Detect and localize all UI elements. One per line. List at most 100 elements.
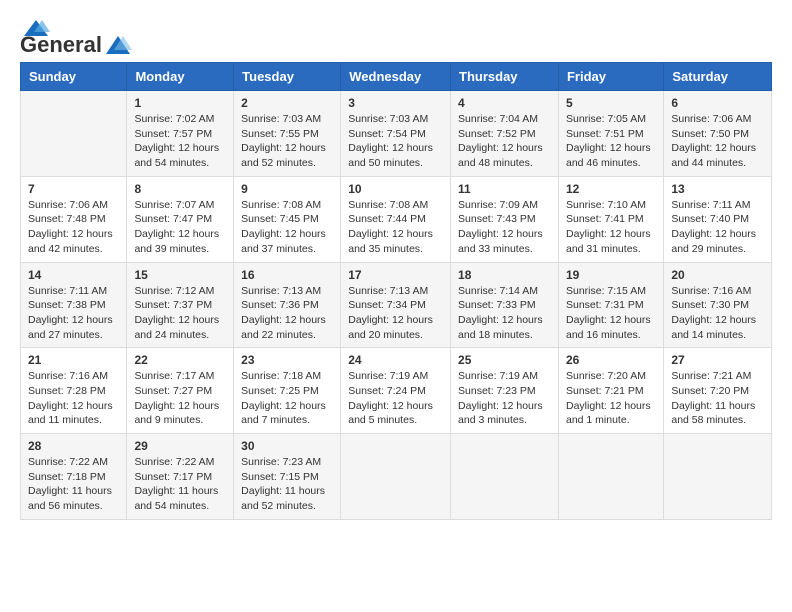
calendar-day-cell: 12Sunrise: 7:10 AM Sunset: 7:41 PM Dayli… [558, 176, 663, 262]
day-number: 1 [134, 96, 226, 110]
empty-cell [341, 434, 451, 520]
day-info: Sunrise: 7:07 AM Sunset: 7:47 PM Dayligh… [134, 198, 226, 257]
day-info: Sunrise: 7:03 AM Sunset: 7:54 PM Dayligh… [348, 112, 443, 171]
day-info: Sunrise: 7:02 AM Sunset: 7:57 PM Dayligh… [134, 112, 226, 171]
day-info: Sunrise: 7:19 AM Sunset: 7:23 PM Dayligh… [458, 369, 551, 428]
day-info: Sunrise: 7:05 AM Sunset: 7:51 PM Dayligh… [566, 112, 656, 171]
calendar-day-cell: 4 Sunrise: 7:04 AM Sunset: 7:52 PM Daylig… [451, 91, 559, 177]
day-number: 27 [671, 353, 764, 367]
day-number: 2 [241, 96, 333, 110]
calendar: SundayMondayTuesdayWednesdayThursdayFrid… [20, 62, 772, 520]
calendar-day-cell: 30Sunrise: 7:23 AM Sunset: 7:15 PM Dayli… [234, 434, 341, 520]
calendar-day-cell: 17Sunrise: 7:13 AM Sunset: 7:34 PM Dayli… [341, 262, 451, 348]
col-header-saturday: Saturday [664, 63, 772, 91]
empty-cell [451, 434, 559, 520]
calendar-week-row: 28 Sunrise: 7:22 AM Sunset: 7:18 PM Dayli… [21, 434, 772, 520]
day-number: 21 [28, 353, 119, 367]
calendar-day-cell: 6 Sunrise: 7:06 AM Sunset: 7:50 PM Daylig… [664, 91, 772, 177]
logo-area: General [20, 16, 134, 52]
calendar-day-cell: 9 Sunrise: 7:08 AM Sunset: 7:45 PM Daylig… [234, 176, 341, 262]
day-number: 3 [348, 96, 443, 110]
header-row: General [20, 16, 772, 52]
calendar-day-cell: 1 Sunrise: 7:02 AM Sunset: 7:57 PM Daylig… [127, 91, 234, 177]
calendar-day-cell: 27 Sunrise: 7:21 AM Sunset: 7:20 PM Dayli… [664, 348, 772, 434]
day-info: Sunrise: 7:22 AM Sunset: 7:18 PM Dayligh… [28, 455, 119, 514]
day-number: 22 [134, 353, 226, 367]
day-number: 25 [458, 353, 551, 367]
calendar-day-cell: 16 Sunrise: 7:13 AM Sunset: 7:36 PM Dayli… [234, 262, 341, 348]
day-info: Sunrise: 7:14 AM Sunset: 7:33 PM Dayligh… [458, 284, 551, 343]
day-number: 28 [28, 439, 119, 453]
calendar-day-cell: 7 Sunrise: 7:06 AM Sunset: 7:48 PM Daylig… [21, 176, 127, 262]
calendar-day-cell: 23 Sunrise: 7:18 AM Sunset: 7:25 PM Dayli… [234, 348, 341, 434]
day-info: Sunrise: 7:11 AM Sunset: 7:38 PM Dayligh… [28, 284, 119, 343]
day-info: Sunrise: 7:09 AM Sunset: 7:43 PM Dayligh… [458, 198, 551, 257]
calendar-day-cell: 8Sunrise: 7:07 AM Sunset: 7:47 PM Daylig… [127, 176, 234, 262]
day-number: 15 [134, 268, 226, 282]
calendar-day-cell: 18 Sunrise: 7:14 AM Sunset: 7:33 PM Dayli… [451, 262, 559, 348]
col-header-wednesday: Wednesday [341, 63, 451, 91]
calendar-day-cell: 14 Sunrise: 7:11 AM Sunset: 7:38 PM Dayli… [21, 262, 127, 348]
day-number: 24 [348, 353, 443, 367]
day-info: Sunrise: 7:03 AM Sunset: 7:55 PM Dayligh… [241, 112, 333, 171]
day-number: 5 [566, 96, 656, 110]
col-header-friday: Friday [558, 63, 663, 91]
day-info: Sunrise: 7:16 AM Sunset: 7:28 PM Dayligh… [28, 369, 119, 428]
calendar-day-cell: 20 Sunrise: 7:16 AM Sunset: 7:30 PM Dayli… [664, 262, 772, 348]
day-info: Sunrise: 7:12 AM Sunset: 7:37 PM Dayligh… [134, 284, 226, 343]
calendar-day-cell: 26 Sunrise: 7:20 AM Sunset: 7:21 PM Dayli… [558, 348, 663, 434]
day-number: 29 [134, 439, 226, 453]
day-number: 16 [241, 268, 333, 282]
day-info: Sunrise: 7:18 AM Sunset: 7:25 PM Dayligh… [241, 369, 333, 428]
calendar-day-cell: 29Sunrise: 7:22 AM Sunset: 7:17 PM Dayli… [127, 434, 234, 520]
day-number: 9 [241, 182, 333, 196]
calendar-day-cell: 10Sunrise: 7:08 AM Sunset: 7:44 PM Dayli… [341, 176, 451, 262]
day-number: 14 [28, 268, 119, 282]
day-number: 17 [348, 268, 443, 282]
day-info: Sunrise: 7:20 AM Sunset: 7:21 PM Dayligh… [566, 369, 656, 428]
day-number: 20 [671, 268, 764, 282]
day-number: 6 [671, 96, 764, 110]
day-number: 4 [458, 96, 551, 110]
calendar-week-row: 1 Sunrise: 7:02 AM Sunset: 7:57 PM Daylig… [21, 91, 772, 177]
day-info: Sunrise: 7:13 AM Sunset: 7:36 PM Dayligh… [241, 284, 333, 343]
empty-cell [664, 434, 772, 520]
calendar-week-row: 21 Sunrise: 7:16 AM Sunset: 7:28 PM Dayli… [21, 348, 772, 434]
calendar-day-cell: 13Sunrise: 7:11 AM Sunset: 7:40 PM Dayli… [664, 176, 772, 262]
day-number: 26 [566, 353, 656, 367]
day-info: Sunrise: 7:15 AM Sunset: 7:31 PM Dayligh… [566, 284, 656, 343]
day-number: 18 [458, 268, 551, 282]
calendar-day-cell: 28 Sunrise: 7:22 AM Sunset: 7:18 PM Dayli… [21, 434, 127, 520]
calendar-day-cell: 2 Sunrise: 7:03 AM Sunset: 7:55 PM Daylig… [234, 91, 341, 177]
logo-general2: General [20, 32, 102, 58]
calendar-day-cell: 22Sunrise: 7:17 AM Sunset: 7:27 PM Dayli… [127, 348, 234, 434]
col-header-monday: Monday [127, 63, 234, 91]
calendar-day-cell: 25 Sunrise: 7:19 AM Sunset: 7:23 PM Dayli… [451, 348, 559, 434]
calendar-week-row: 7 Sunrise: 7:06 AM Sunset: 7:48 PM Daylig… [21, 176, 772, 262]
col-header-thursday: Thursday [451, 63, 559, 91]
day-info: Sunrise: 7:19 AM Sunset: 7:24 PM Dayligh… [348, 369, 443, 428]
day-info: Sunrise: 7:06 AM Sunset: 7:50 PM Dayligh… [671, 112, 764, 171]
col-header-sunday: Sunday [21, 63, 127, 91]
calendar-day-cell: 19 Sunrise: 7:15 AM Sunset: 7:31 PM Dayli… [558, 262, 663, 348]
day-info: Sunrise: 7:16 AM Sunset: 7:30 PM Dayligh… [671, 284, 764, 343]
day-number: 19 [566, 268, 656, 282]
calendar-day-cell: 5 Sunrise: 7:05 AM Sunset: 7:51 PM Daylig… [558, 91, 663, 177]
calendar-week-row: 14 Sunrise: 7:11 AM Sunset: 7:38 PM Dayli… [21, 262, 772, 348]
day-info: Sunrise: 7:08 AM Sunset: 7:44 PM Dayligh… [348, 198, 443, 257]
day-number: 7 [28, 182, 119, 196]
day-number: 12 [566, 182, 656, 196]
day-info: Sunrise: 7:21 AM Sunset: 7:20 PM Dayligh… [671, 369, 764, 428]
day-number: 23 [241, 353, 333, 367]
day-info: Sunrise: 7:11 AM Sunset: 7:40 PM Dayligh… [671, 198, 764, 257]
day-number: 11 [458, 182, 551, 196]
page: General SundayMondayTuesdayWednesdayThur… [0, 0, 792, 612]
day-info: Sunrise: 7:04 AM Sunset: 7:52 PM Dayligh… [458, 112, 551, 171]
day-info: Sunrise: 7:08 AM Sunset: 7:45 PM Dayligh… [241, 198, 333, 257]
calendar-header-row: SundayMondayTuesdayWednesdayThursdayFrid… [21, 63, 772, 91]
day-info: Sunrise: 7:23 AM Sunset: 7:15 PM Dayligh… [241, 455, 333, 514]
logo-icon2 [104, 34, 132, 56]
day-info: Sunrise: 7:06 AM Sunset: 7:48 PM Dayligh… [28, 198, 119, 257]
calendar-day-cell: 11 Sunrise: 7:09 AM Sunset: 7:43 PM Dayli… [451, 176, 559, 262]
calendar-day-cell: 21 Sunrise: 7:16 AM Sunset: 7:28 PM Dayli… [21, 348, 127, 434]
